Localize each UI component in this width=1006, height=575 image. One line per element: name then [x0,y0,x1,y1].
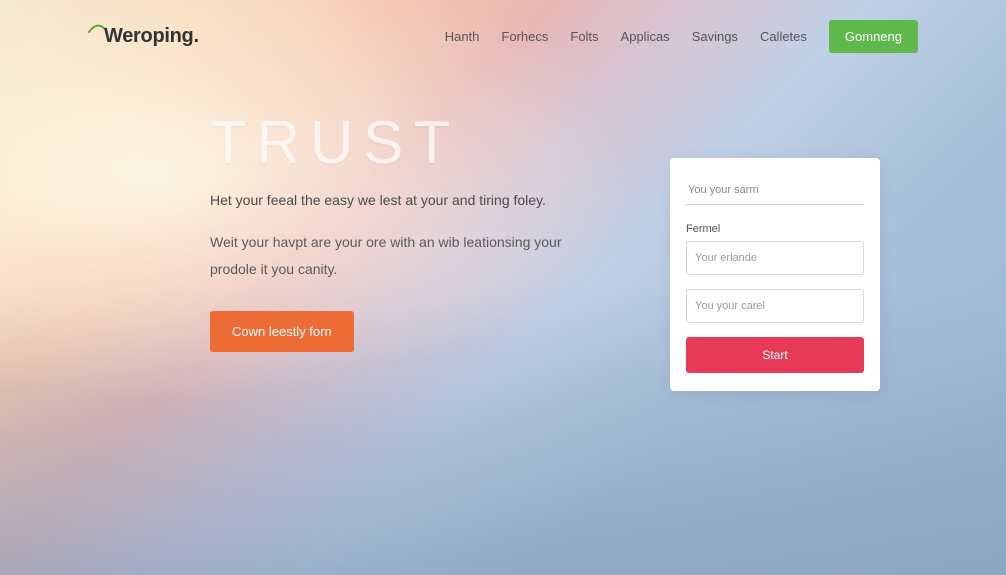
signup-form: Fermel Start [670,158,880,391]
nav-link-3[interactable]: Applicas [621,29,670,44]
hero-title: TRUST [210,108,590,177]
hero-content: TRUST Het your feeal the easy we lest at… [210,108,590,391]
nav-link-4[interactable]: Savings [692,29,738,44]
header: Weroping. Hanth Forhecs Folts Applicas S… [0,0,1006,53]
logo: Weroping. [88,21,199,53]
form-name-input[interactable] [686,180,864,205]
form-field3-input[interactable] [686,289,864,323]
logo-text: Weroping. [104,25,199,48]
nav-link-0[interactable]: Hanth [445,29,480,44]
hero-cta-button[interactable]: Cown leestly forn [210,311,354,352]
main-nav: Hanth Forhecs Folts Applicas Savings Cal… [445,20,918,53]
form-submit-button[interactable]: Start [686,337,864,373]
form-label: Fermel [686,223,864,235]
hero-section: TRUST Het your feeal the easy we lest at… [0,53,1006,391]
nav-link-2[interactable]: Folts [570,29,598,44]
nav-link-5[interactable]: Calletes [760,29,807,44]
nav-link-1[interactable]: Forhecs [501,29,548,44]
hero-subtitle: Het your feeal the easy we lest at your … [210,189,590,211]
form-field2-input[interactable] [686,241,864,275]
nav-cta-button[interactable]: Gomneng [829,20,918,53]
hero-description: Weit your havpt are your ore with an wib… [210,229,590,282]
